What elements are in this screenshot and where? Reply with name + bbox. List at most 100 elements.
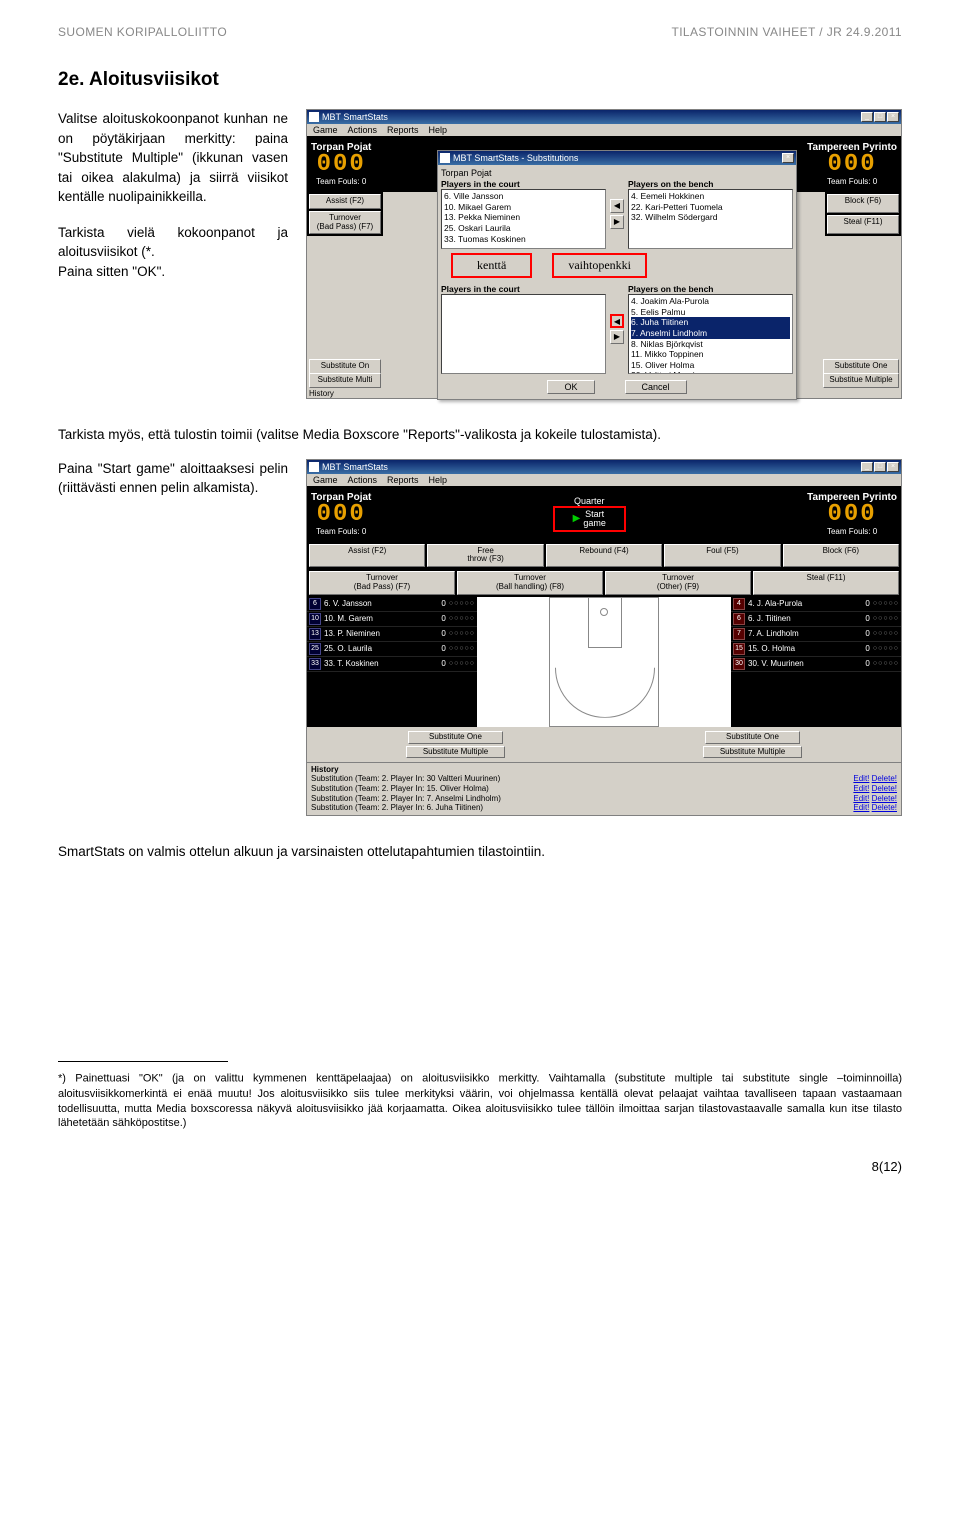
quarter-label-2: Quarter (553, 496, 626, 506)
move-left-button-b[interactable]: ◀ (610, 314, 624, 328)
turnover-ballhandling-button[interactable]: Turnover (Ball handling) (F8) (457, 571, 603, 595)
header-left: SUOMEN KORIPALLOLIITTO (58, 25, 227, 39)
sub-multiple-right[interactable]: Substitute Multiple (703, 746, 802, 759)
player-stat: 0 (436, 629, 446, 638)
close-button[interactable]: × (887, 112, 899, 122)
history-delete-link[interactable]: Delete! (872, 803, 897, 812)
player-row[interactable]: 1515. O. Holma0○○○○○ (731, 642, 901, 657)
move-right-button-b[interactable]: ▶ (610, 330, 624, 344)
player-name: 15. O. Holma (748, 644, 857, 653)
player-row[interactable]: 66. V. Jansson0○○○○○ (307, 597, 477, 612)
court-diagram (549, 597, 659, 727)
block-button-2[interactable]: Block (F6) (783, 544, 899, 568)
freethrow-button[interactable]: Free throw (F3) (427, 544, 543, 568)
history-delete-link[interactable]: Delete! (872, 784, 897, 793)
cancel-button[interactable]: Cancel (625, 380, 687, 394)
player-stat: 0 (436, 599, 446, 608)
rebound-button[interactable]: Rebound (F4) (546, 544, 662, 568)
menu-actions-2[interactable]: Actions (348, 475, 378, 485)
ok-button[interactable]: OK (547, 380, 594, 394)
player-row[interactable]: 77. A. Lindholm0○○○○○ (731, 627, 901, 642)
menu-game[interactable]: Game (313, 125, 338, 135)
foul-button[interactable]: Foul (F5) (664, 544, 780, 568)
assist-button-2[interactable]: Assist (F2) (309, 544, 425, 568)
sub-multiple-left[interactable]: Substitute Multiple (406, 746, 505, 759)
minimize-button-2[interactable]: _ (861, 462, 873, 472)
menu-help-2[interactable]: Help (429, 475, 448, 485)
menu-game-2[interactable]: Game (313, 475, 338, 485)
history-edit-link[interactable]: Edit! (853, 784, 869, 793)
player-row[interactable]: 3333. T. Koskinen0○○○○○ (307, 657, 477, 672)
menu-help[interactable]: Help (429, 125, 448, 135)
block-button[interactable]: Block (F6) (827, 194, 899, 213)
bench-listbox-b[interactable]: 4. Joakim Ala-Purola 5. Eelis Palmu 6. J… (628, 294, 793, 374)
turnover-other-button[interactable]: Turnover (Other) (F9) (605, 571, 751, 595)
menu-reports[interactable]: Reports (387, 125, 419, 135)
team-b-fouls: Team Fouls: 0 (807, 177, 897, 186)
player-number: 13 (309, 628, 321, 640)
history-edit-link[interactable]: Edit! (853, 803, 869, 812)
substitute-multiple-button-r[interactable]: Substitue Multiple (823, 373, 899, 388)
player-row[interactable]: 1010. M. Garem0○○○○○ (307, 612, 477, 627)
court-area[interactable] (477, 597, 731, 727)
history-delete-link[interactable]: Delete! (872, 794, 897, 803)
court-listbox-a[interactable]: 6. Ville Jansson 10. Mikael Garem 13. Pe… (441, 189, 606, 249)
history-panel: History Substitution (Team: 2. Player In… (307, 762, 901, 814)
player-name: 25. O. Laurila (324, 644, 433, 653)
menu-actions[interactable]: Actions (348, 125, 378, 135)
start-game-button[interactable]: ▶ Start game (553, 506, 626, 532)
turnover-badpass-button[interactable]: Turnover (Bad Pass) (F7) (309, 211, 381, 235)
team-a-fouls: Team Fouls: 0 (311, 177, 371, 186)
court-listbox-b[interactable] (441, 294, 606, 374)
app-icon-2 (309, 462, 319, 472)
turnover-badpass-button-2[interactable]: Turnover (Bad Pass) (F7) (309, 571, 455, 595)
history-row: Substitution (Team: 2. Player In: 7. Ans… (311, 794, 897, 804)
player-number: 33 (309, 658, 321, 670)
app-icon (309, 112, 319, 122)
minimize-button[interactable]: _ (861, 112, 873, 122)
dialog-close-button[interactable]: × (782, 153, 794, 163)
player-row[interactable]: 1313. P. Nieminen0○○○○○ (307, 627, 477, 642)
player-name: 10. M. Garem (324, 614, 433, 623)
history-delete-link[interactable]: Delete! (872, 774, 897, 783)
player-number: 6 (309, 598, 321, 610)
substitute-on-button[interactable]: Substitute On (309, 359, 381, 374)
foul-dots: ○○○○○ (873, 645, 899, 652)
substitute-one-button-r[interactable]: Substitute One (823, 359, 899, 374)
annot-vaihtopenkki: vaihtopenkki (552, 253, 647, 278)
move-left-button[interactable]: ◀ (610, 199, 624, 213)
steal-button-2[interactable]: Steal (F11) (753, 571, 899, 595)
menubar: Game Actions Reports Help (307, 124, 901, 136)
assist-button[interactable]: Assist (F2) (309, 194, 381, 209)
close-button-2[interactable]: × (887, 462, 899, 472)
bench-listbox-a[interactable]: 4. Eemeli Hokkinen 22. Kari-Petteri Tuom… (628, 189, 793, 249)
menu-reports-2[interactable]: Reports (387, 475, 419, 485)
sub-one-left[interactable]: Substitute One (408, 731, 503, 744)
history-row: Substitution (Team: 2. Player In: 15. Ol… (311, 784, 897, 794)
player-row[interactable]: 3030. V. Muurinen0○○○○○ (731, 657, 901, 672)
roster-b: 44. J. Ala-Purola0○○○○○66. J. Tiitinen0○… (731, 597, 901, 727)
annot-kentta: kenttä (451, 253, 532, 278)
smartstats-window-2: MBT SmartStats _ □ × Game Actions Report… (306, 459, 902, 816)
move-right-button[interactable]: ▶ (610, 215, 624, 229)
player-row[interactable]: 44. J. Ala-Purola0○○○○○ (731, 597, 901, 612)
player-name: 7. A. Lindholm (748, 629, 857, 638)
para-3: Tarkista myös, että tulostin toimii (val… (58, 425, 902, 445)
player-row[interactable]: 2525. O. Laurila0○○○○○ (307, 642, 477, 657)
history-edit-link[interactable]: Edit! (853, 774, 869, 783)
player-name: 6. J. Tiitinen (748, 614, 857, 623)
player-number: 6 (733, 613, 745, 625)
substitute-multi-button[interactable]: Substitute Multi (309, 373, 381, 388)
maximize-button[interactable]: □ (874, 112, 886, 122)
team-b-score: 000 (807, 153, 897, 177)
window-title-2: MBT SmartStats (322, 462, 388, 472)
player-stat: 0 (860, 614, 870, 623)
col-bench-header-b: Players on the bench (628, 284, 793, 294)
maximize-button-2[interactable]: □ (874, 462, 886, 472)
steal-button[interactable]: Steal (F11) (827, 215, 899, 234)
history-edit-link[interactable]: Edit! (853, 794, 869, 803)
foul-dots: ○○○○○ (449, 630, 475, 637)
dialog-team-a-label: Torpan Pojat (441, 168, 793, 178)
sub-one-right[interactable]: Substitute One (705, 731, 800, 744)
player-row[interactable]: 66. J. Tiitinen0○○○○○ (731, 612, 901, 627)
